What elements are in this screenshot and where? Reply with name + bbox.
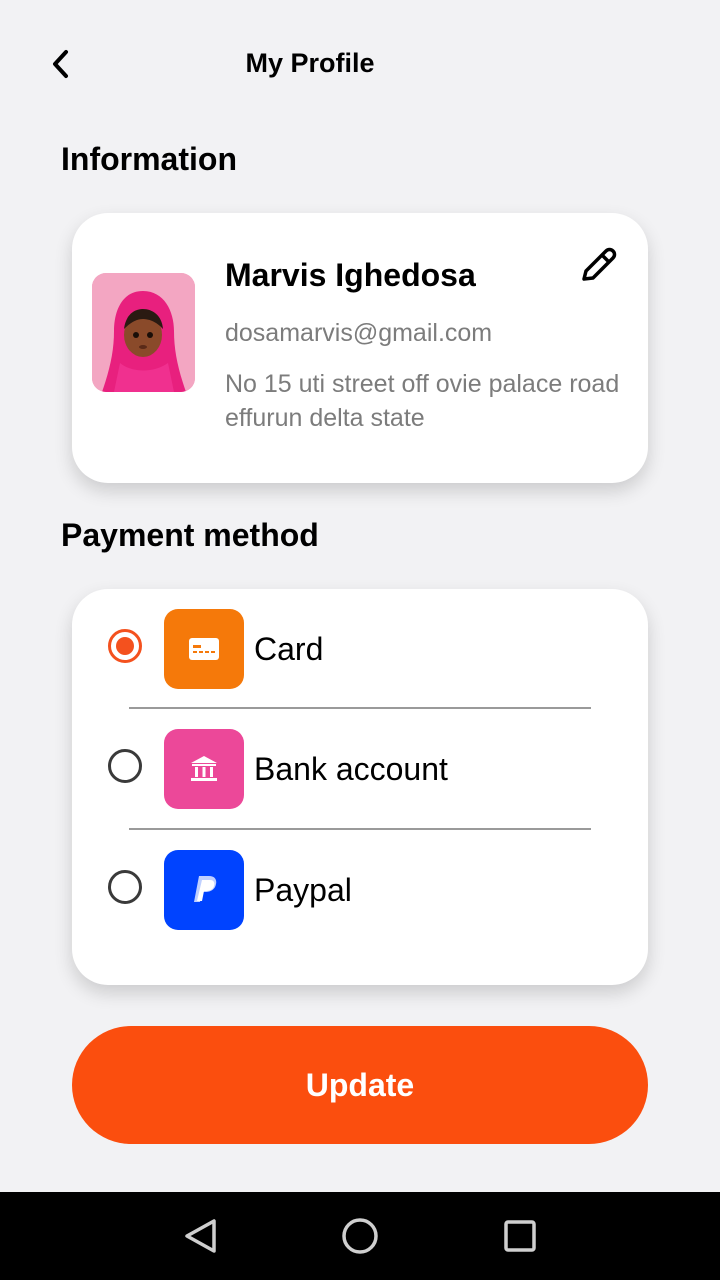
payment-method-card: Card Bank account Paypal: [72, 589, 648, 985]
paypal-label: Paypal: [254, 872, 352, 908]
bank-icon: [191, 756, 217, 781]
paypal-icon: [194, 876, 217, 902]
payment-option-paypal[interactable]: Paypal: [72, 850, 648, 930]
nav-home-button[interactable]: [338, 1214, 382, 1258]
page-title: My Profile: [245, 48, 375, 78]
nav-back-button[interactable]: [178, 1214, 222, 1258]
update-button[interactable]: Update: [72, 1026, 648, 1144]
profile-email: dosamarvis@gmail.com: [225, 319, 493, 347]
header: My Profile: [0, 0, 720, 130]
payment-option-card[interactable]: Card: [72, 609, 648, 689]
card-icon-tile: [164, 609, 244, 689]
back-triangle-icon: [185, 1219, 216, 1253]
pencil-icon: [582, 247, 617, 281]
profile-address: No 15 uti street off ovie palace road ef…: [225, 370, 620, 432]
nav-recents-button[interactable]: [498, 1214, 542, 1258]
system-navigation-bar: [0, 1192, 720, 1280]
payment-section-title: Payment method: [61, 517, 319, 553]
home-circle-icon: [342, 1218, 378, 1254]
bank-account-label: Bank account: [254, 751, 448, 787]
profile-info-card: Marvis Ighedosa dosamarvis@gmail.com No …: [72, 213, 648, 483]
divider: [129, 707, 591, 709]
paypal-radio[interactable]: [108, 870, 142, 904]
profile-name: Marvis Ighedosa: [225, 257, 476, 293]
information-section-title: Information: [61, 141, 237, 177]
divider: [129, 828, 591, 830]
recents-square-icon: [504, 1220, 536, 1252]
bank-icon-tile: [164, 729, 244, 809]
edit-profile-button[interactable]: [572, 239, 624, 291]
card-label: Card: [254, 631, 324, 667]
payment-option-bank[interactable]: Bank account: [72, 729, 648, 809]
radio-selected-dot: [116, 637, 134, 655]
credit-card-icon: [189, 638, 219, 660]
paypal-icon-tile: [164, 850, 244, 930]
bank-radio[interactable]: [108, 749, 142, 783]
card-radio[interactable]: [108, 629, 142, 663]
avatar: [92, 273, 195, 392]
